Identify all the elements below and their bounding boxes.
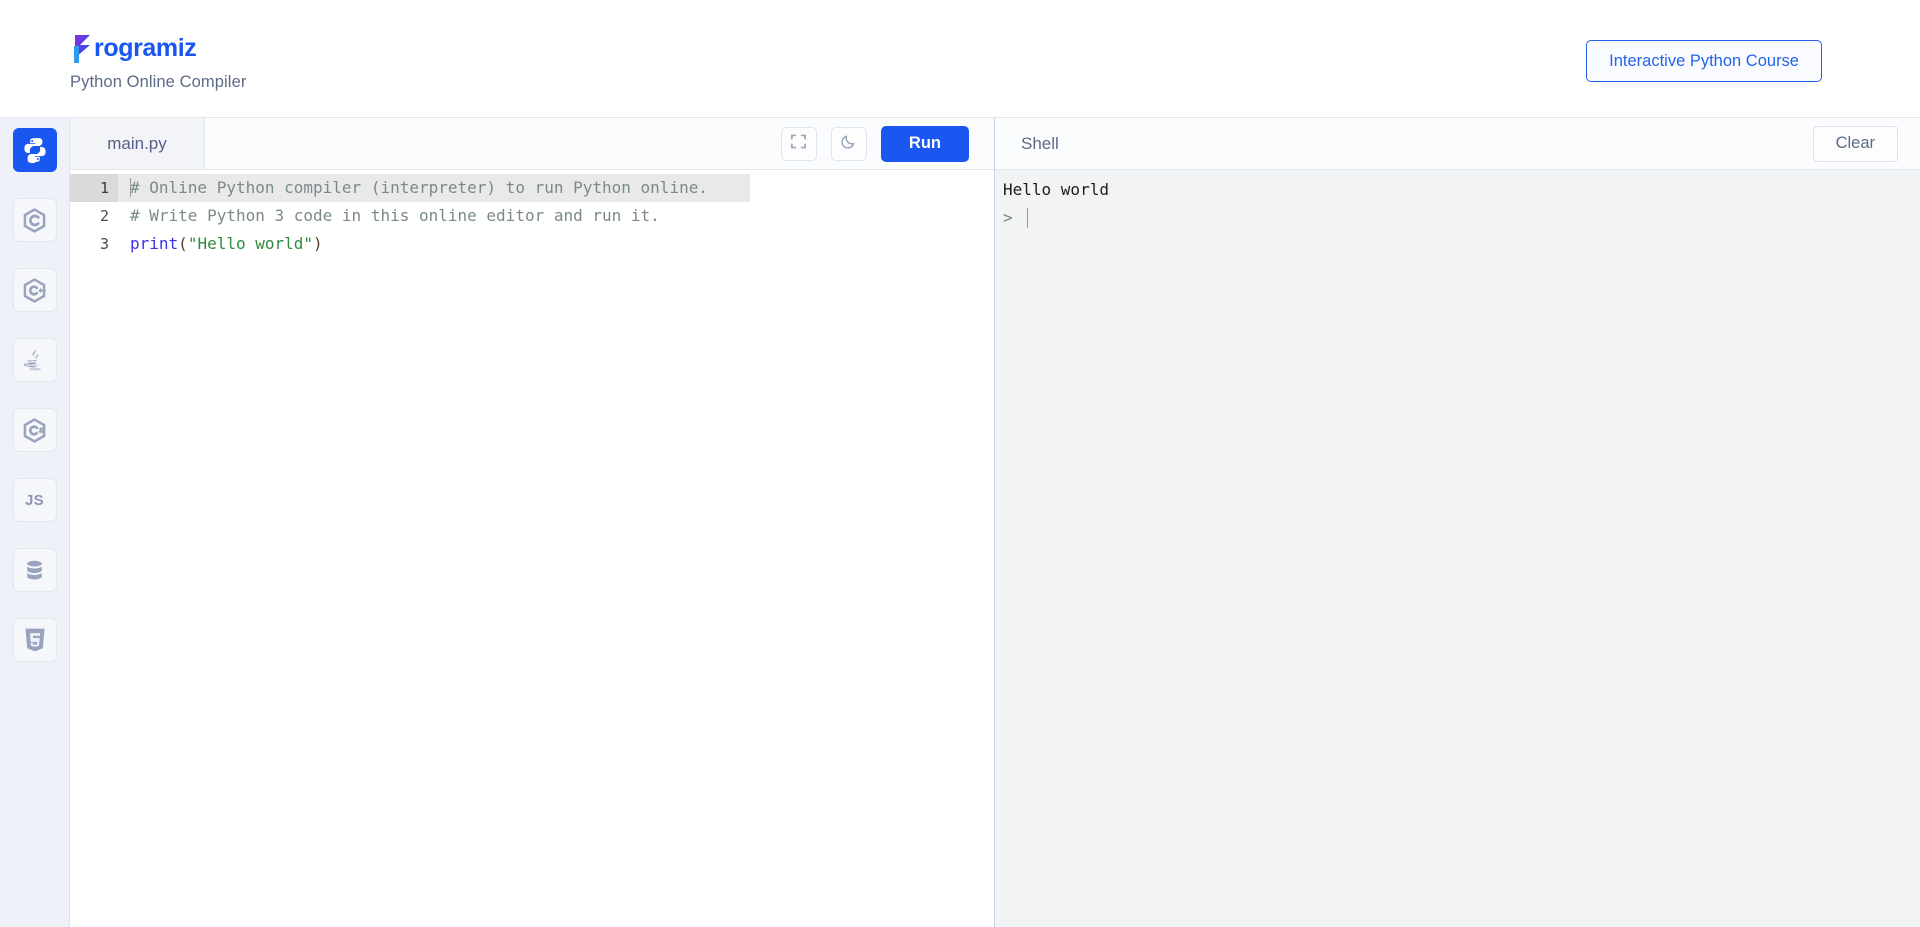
shell-title: Shell — [1017, 134, 1059, 154]
shell-pane: Shell Clear Hello world > — [995, 118, 1920, 927]
sidebar-item-sql[interactable] — [13, 548, 57, 592]
prompt-symbol: > — [1003, 204, 1013, 232]
fullscreen-icon — [790, 133, 807, 155]
line-number: 1 — [70, 174, 118, 202]
html5-icon — [23, 627, 47, 653]
javascript-icon: JS — [25, 492, 44, 509]
cpp-icon — [21, 277, 48, 304]
shell-output-area[interactable]: Hello world > — [995, 170, 1920, 927]
run-button[interactable]: Run — [881, 126, 969, 162]
sidebar-item-cpp[interactable] — [13, 268, 57, 312]
main-area: JS main.py — [0, 118, 1920, 927]
editor-toolbar: main.py Run — [70, 118, 994, 170]
page-header: rogramiz Python Online Compiler Interact… — [0, 0, 1920, 118]
code-line-content[interactable]: # Online Python compiler (interpreter) t… — [118, 174, 750, 202]
sidebar-item-csharp[interactable] — [13, 408, 57, 452]
shell-toolbar: Shell Clear — [995, 118, 1920, 170]
page-title: Python Online Compiler — [70, 73, 246, 92]
interactive-python-course-button[interactable]: Interactive Python Course — [1586, 40, 1822, 82]
sidebar-item-python[interactable] — [13, 128, 57, 172]
shell-caret — [1027, 208, 1028, 228]
shell-output-line: Hello world — [1003, 176, 1920, 204]
sidebar-item-js[interactable]: JS — [13, 478, 57, 522]
logo[interactable]: rogramiz — [70, 33, 246, 63]
moon-icon — [840, 133, 857, 155]
brand-block: rogramiz Python Online Compiler — [70, 33, 246, 92]
code-line-1[interactable]: 1 # Online Python compiler (interpreter)… — [70, 174, 994, 202]
sidebar-item-java[interactable] — [13, 338, 57, 382]
logo-text: rogramiz — [94, 34, 196, 63]
paren-open-token: ( — [178, 234, 188, 253]
function-token: print — [130, 234, 178, 253]
string-token: "Hello world" — [188, 234, 313, 253]
line-number: 3 — [70, 230, 118, 258]
c-icon — [21, 207, 48, 234]
python-icon — [22, 137, 48, 163]
code-line-3[interactable]: 3 print("Hello world") — [70, 230, 994, 258]
paren-close-token: ) — [313, 234, 323, 253]
sidebar-item-html[interactable] — [13, 618, 57, 662]
toolbar-spacer — [205, 118, 781, 169]
sidebar-item-c[interactable] — [13, 198, 57, 242]
dark-mode-button[interactable] — [831, 127, 867, 161]
shell-prompt-row[interactable]: > — [1003, 204, 1920, 232]
java-icon — [22, 347, 48, 373]
fullscreen-button[interactable] — [781, 127, 817, 161]
line-number: 2 — [70, 202, 118, 230]
editor-toolbar-actions: Run — [781, 118, 994, 169]
database-icon — [22, 558, 47, 583]
file-tab-main-py[interactable]: main.py — [70, 118, 205, 169]
language-sidebar: JS — [0, 118, 70, 927]
csharp-icon — [21, 417, 48, 444]
code-line-2[interactable]: 2 # Write Python 3 code in this online e… — [70, 202, 994, 230]
comment-token: # Write Python 3 code in this online edi… — [130, 206, 660, 225]
clear-button[interactable]: Clear — [1813, 126, 1898, 162]
programiz-chevron-logo-icon — [70, 34, 96, 63]
code-line-content[interactable]: # Write Python 3 code in this online edi… — [118, 202, 994, 230]
code-editor[interactable]: 1 # Online Python compiler (interpreter)… — [70, 170, 994, 927]
comment-token: # Online Python compiler (interpreter) t… — [130, 178, 708, 197]
code-line-content[interactable]: print("Hello world") — [118, 230, 994, 258]
code-editor-pane: main.py Run — [70, 118, 995, 927]
